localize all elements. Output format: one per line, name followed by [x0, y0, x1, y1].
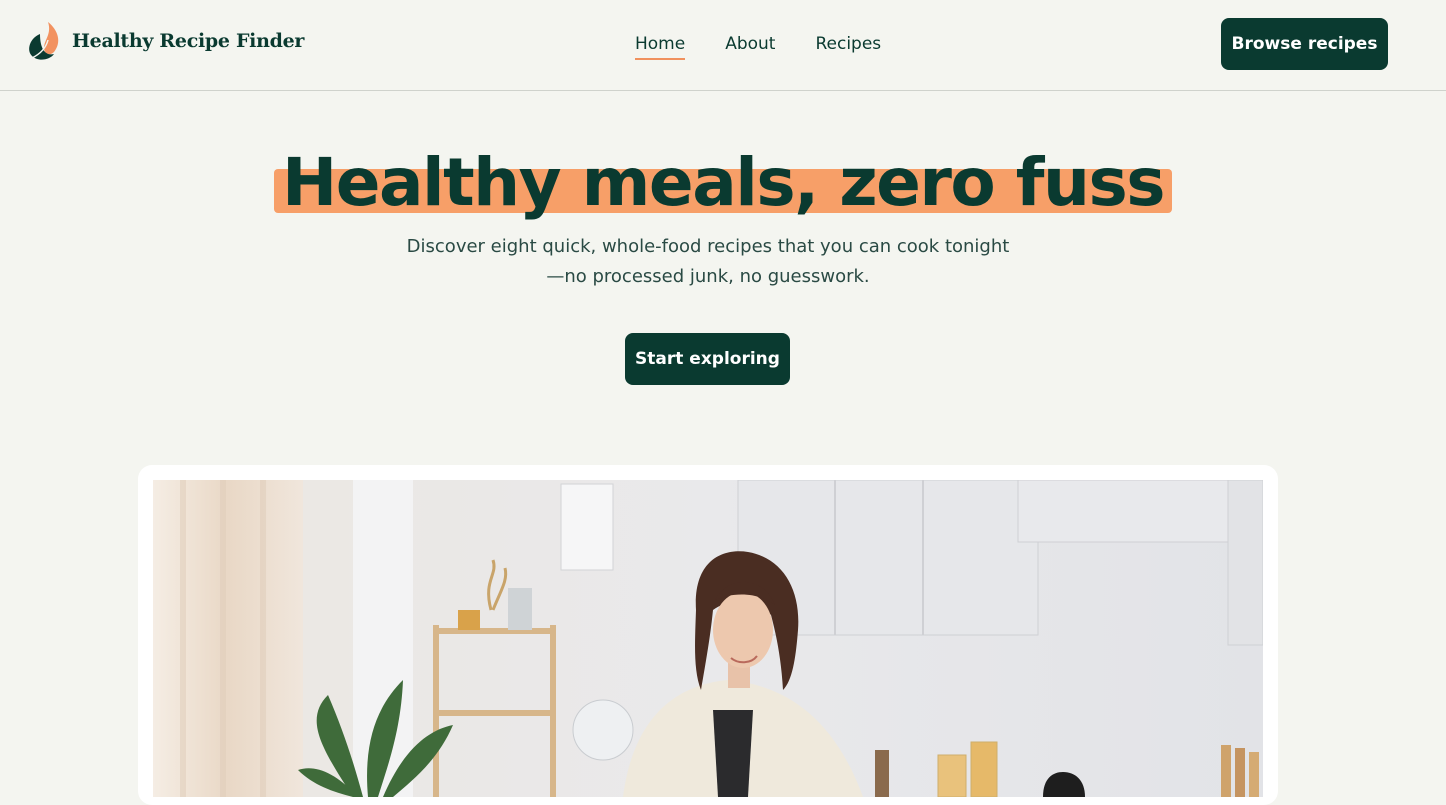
- nav-recipes[interactable]: Recipes: [815, 32, 881, 60]
- brand-link[interactable]: Healthy Recipe Finder: [26, 20, 304, 62]
- site-header: Healthy Recipe Finder Home About Recipes…: [0, 0, 1446, 91]
- brand-name: Healthy Recipe Finder: [72, 30, 305, 52]
- main-nav: Home About Recipes: [635, 32, 881, 60]
- hero-subtitle: Discover eight quick, whole-food recipes…: [398, 232, 1018, 292]
- hero-title: Healthy meals, zero fuss: [273, 140, 1173, 226]
- nav-about[interactable]: About: [725, 32, 775, 60]
- hero-image-card: [138, 465, 1278, 805]
- start-exploring-button[interactable]: Start exploring: [625, 333, 790, 385]
- hero-subtitle-line1: Discover eight quick, whole-food recipes…: [406, 236, 1010, 257]
- leaf-flame-logo-icon: [29, 22, 59, 60]
- nav-home[interactable]: Home: [635, 32, 686, 60]
- hero-kitchen-photo: [153, 480, 1263, 797]
- hero-subtitle-line2: —no processed junk, no guesswork.: [546, 266, 870, 287]
- kitchen-photo-illustration: [153, 480, 1263, 797]
- browse-recipes-button[interactable]: Browse recipes: [1221, 18, 1388, 70]
- hero-title-text: Healthy meals, zero fuss: [281, 144, 1166, 221]
